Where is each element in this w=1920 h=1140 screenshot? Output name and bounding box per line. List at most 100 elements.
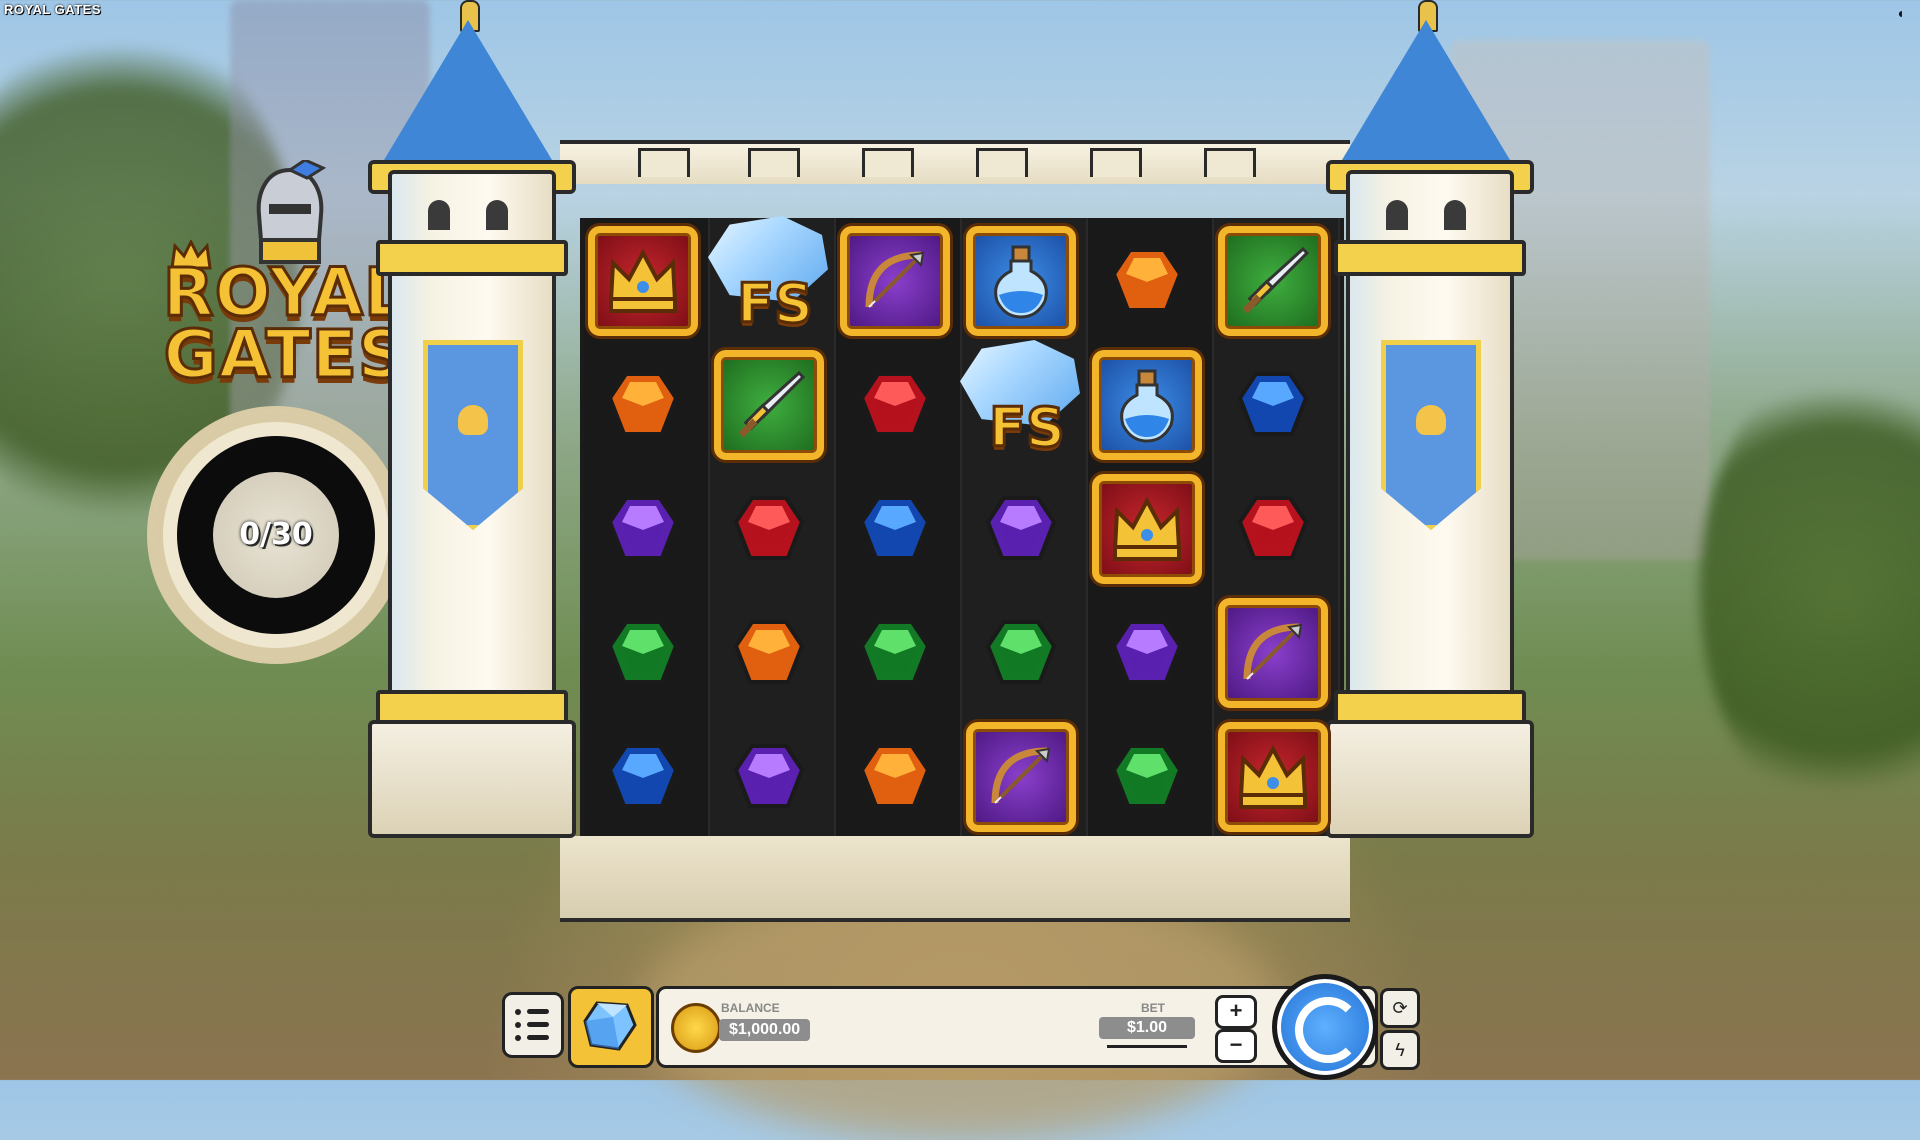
bow-icon [865, 251, 925, 308]
red-gem-icon [859, 372, 931, 436]
potion-tile [1092, 350, 1202, 460]
free-spins-symbol: FS [960, 340, 1080, 464]
purple-gem-icon [607, 496, 679, 560]
battlement [1090, 148, 1142, 177]
blue-gem-symbol [1214, 346, 1332, 464]
tower-right [1326, 0, 1534, 960]
counter-text: 0/30 [239, 517, 313, 552]
red-gem-symbol [710, 470, 828, 588]
green-gem-icon [859, 620, 931, 684]
sword-symbol [710, 346, 828, 464]
tower-left [368, 0, 576, 960]
bet-label: BET [1141, 1001, 1165, 1015]
potion-icon [994, 245, 1048, 319]
orange-gem-symbol [584, 346, 702, 464]
free-spins-label: FS [736, 271, 815, 337]
crown-tile [1092, 474, 1202, 584]
crown-icon [1112, 496, 1182, 561]
game-title: ROYAL GATES [4, 2, 102, 17]
bet-increase-button[interactable]: + [1215, 995, 1257, 1029]
potion-icon [1120, 369, 1174, 443]
menu-button[interactable] [502, 992, 564, 1058]
bet-indicator [1107, 1045, 1187, 1048]
tower-band [376, 240, 568, 276]
orange-gem-symbol [836, 718, 954, 836]
lightning-icon: ϟ [1395, 1040, 1405, 1060]
tower-roof [378, 20, 558, 170]
red-gem-icon [733, 496, 805, 560]
purple-gem-symbol [584, 470, 702, 588]
tower-roof [1336, 20, 1516, 170]
blue-gem-symbol [836, 470, 954, 588]
battlement [1204, 148, 1256, 177]
tower-window [486, 200, 508, 230]
blue-gem-icon [607, 744, 679, 808]
tower-base [1326, 720, 1534, 838]
tower-base [368, 720, 576, 838]
purple-gem-icon [1111, 620, 1183, 684]
sword-symbol [1214, 222, 1332, 340]
tower-band [1334, 240, 1526, 276]
autoplay-icon: ⟳ [1392, 998, 1408, 1018]
sword-icon [1242, 246, 1310, 314]
crown-symbol [1214, 718, 1332, 836]
turbo-button[interactable]: ϟ [1380, 1030, 1420, 1070]
menu-icon [527, 1009, 549, 1014]
spin-button[interactable] [1272, 974, 1378, 1080]
tower-window [1386, 200, 1408, 230]
bow-symbol [836, 222, 954, 340]
banner-emblem [1416, 405, 1446, 435]
buy-feature-button[interactable] [568, 986, 654, 1068]
free-spins-symbol: FS [708, 216, 828, 340]
green-gem-icon [1111, 744, 1183, 808]
castle-wall-bottom [560, 836, 1350, 922]
crown-icon [608, 248, 678, 313]
free-spins-label: FS [988, 395, 1067, 461]
spin-icon [1295, 997, 1361, 1063]
menu-icon [515, 1035, 521, 1041]
crown-icon [1238, 744, 1308, 809]
green-gem-symbol [836, 594, 954, 712]
bet-decrease-button[interactable]: − [1215, 1029, 1257, 1063]
bet-value: $1.00 [1099, 1017, 1195, 1039]
potion-symbol [1088, 346, 1206, 464]
purple-gem-symbol [962, 470, 1080, 588]
sword-tile [714, 350, 824, 460]
purple-gem-icon [733, 744, 805, 808]
bow-icon [1243, 623, 1303, 680]
green-gem-icon [607, 620, 679, 684]
sound-icon[interactable]: ◖ [1896, 6, 1910, 20]
sword-tile [1218, 226, 1328, 336]
purple-gem-icon [985, 496, 1057, 560]
green-gem-icon [985, 620, 1057, 684]
battlement [638, 148, 690, 177]
free-spins-counter: 0/30 [153, 412, 399, 658]
orange-gem-symbol [1088, 222, 1206, 340]
menu-icon [515, 1009, 521, 1015]
orange-gem-symbol [710, 594, 828, 712]
crown-tile [588, 226, 698, 336]
green-gem-symbol [584, 594, 702, 712]
potion-tile [966, 226, 1076, 336]
coin-icon [671, 1003, 721, 1053]
crown-symbol [1088, 470, 1206, 588]
autoplay-button[interactable]: ⟳ [1380, 988, 1420, 1028]
blue-gem-symbol [584, 718, 702, 836]
bow-symbol [1214, 594, 1332, 712]
blue-gem-icon [1237, 372, 1309, 436]
sword-icon [738, 370, 806, 438]
balance-value: $1,000.00 [719, 1019, 811, 1041]
background-tree-right [1700, 360, 1920, 820]
red-gem-icon [1237, 496, 1309, 560]
purple-gem-symbol [710, 718, 828, 836]
tower-window [1444, 200, 1466, 230]
banner-emblem [458, 405, 488, 435]
bow-icon [991, 747, 1051, 804]
balance-label: BALANCE [721, 1001, 780, 1015]
purple-gem-symbol [1088, 594, 1206, 712]
bow-symbol [962, 718, 1080, 836]
orange-gem-icon [1111, 248, 1183, 312]
battlement [748, 148, 800, 177]
bow-tile [840, 226, 950, 336]
gem-icon [583, 1001, 637, 1051]
